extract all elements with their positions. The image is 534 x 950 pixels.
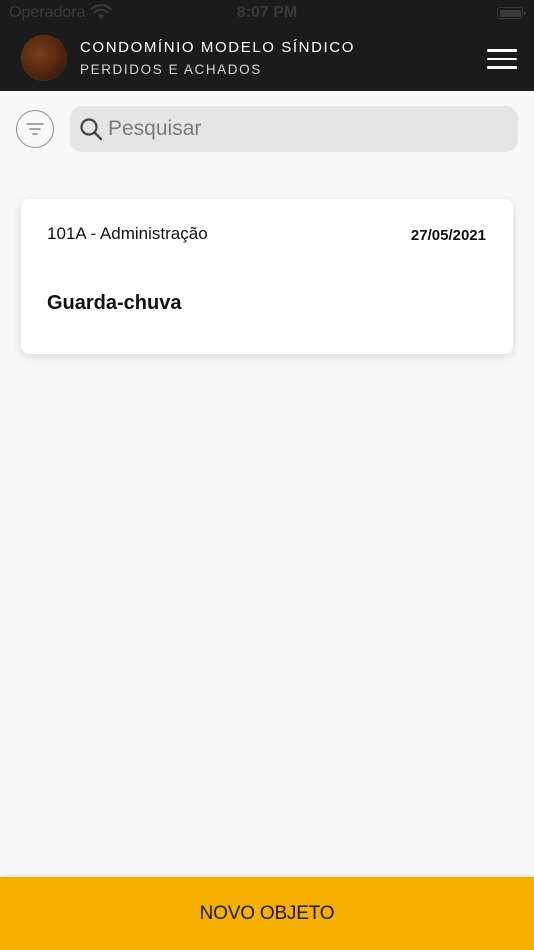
item-unit: 101A - Administração	[47, 224, 208, 243]
search-input[interactable]	[108, 112, 508, 146]
item-date: 27/05/2021	[410, 227, 486, 244]
battery-icon	[497, 7, 526, 19]
filter-button[interactable]	[16, 110, 54, 148]
app-screen: Operadora 8:07 PM CONDOMÍNIO MODELO SÍND…	[0, 0, 534, 950]
filter-icon	[26, 123, 44, 135]
condominium-avatar	[21, 35, 67, 81]
hamburger-menu-icon[interactable]	[484, 46, 520, 72]
lost-found-item-card[interactable]: 101A - Administração 27/05/2021 Guarda-c…	[21, 199, 513, 354]
new-object-button-label: NOVO OBJETO	[199, 903, 335, 924]
page-subtitle: PERDIDOS E ACHADOS	[80, 62, 262, 77]
app-header: Operadora 8:07 PM CONDOMÍNIO MODELO SÍND…	[0, 0, 534, 91]
status-time: 8:07 PM	[236, 4, 298, 21]
status-bar: Operadora 8:07 PM	[0, 0, 534, 28]
new-object-button[interactable]: NOVO OBJETO	[0, 877, 534, 950]
item-object-name: Guarda-chuva	[47, 292, 182, 314]
search-icon	[80, 118, 103, 141]
page-title: CONDOMÍNIO MODELO SÍNDICO	[80, 39, 356, 56]
search-bar[interactable]	[70, 106, 518, 152]
